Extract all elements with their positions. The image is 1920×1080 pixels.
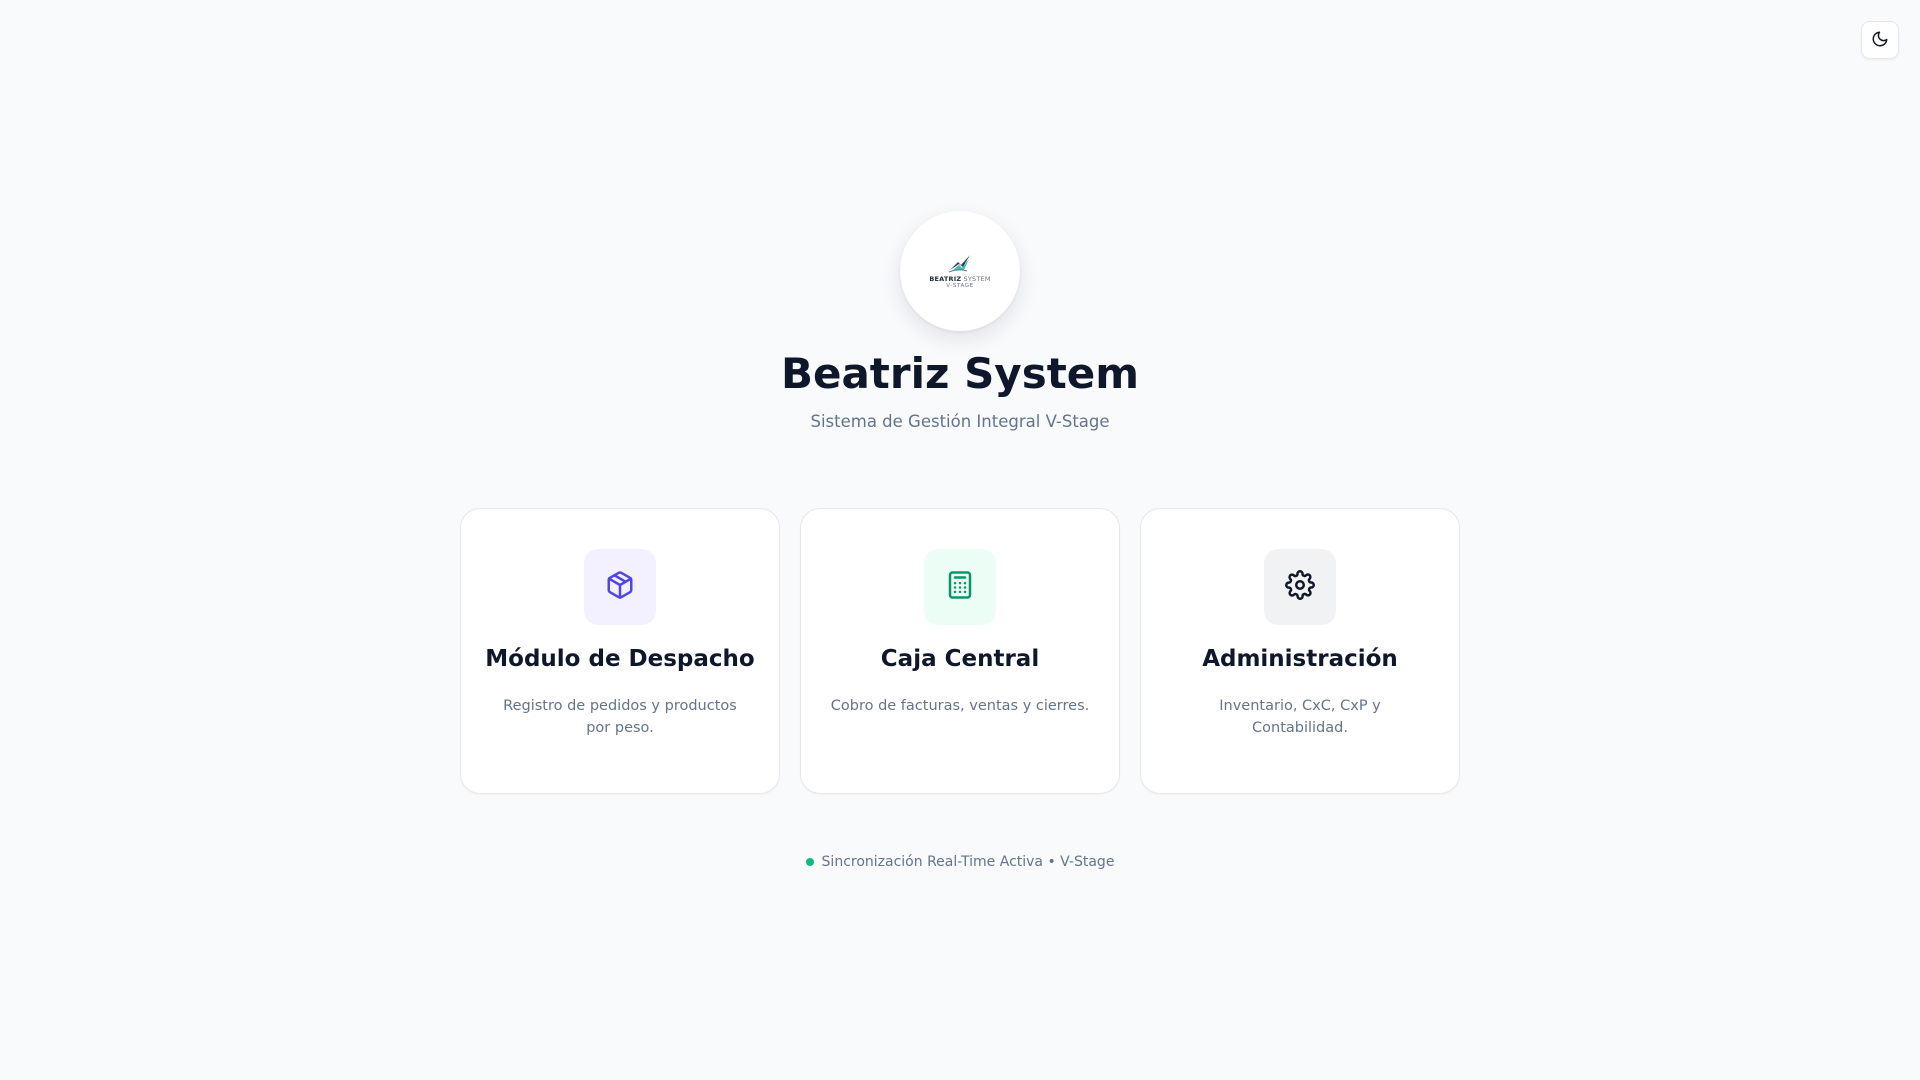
module-description: Registro de pedidos y productos por peso…: [503, 698, 737, 736]
module-title: Módulo de Despacho: [485, 646, 755, 672]
sync-status: Sincronización Real-Time Activa • V-Stag…: [0, 852, 1920, 872]
logo-brand-sub: V-STAGE: [946, 282, 974, 289]
page-subtitle: Sistema de Gestión Integral V-Stage: [810, 412, 1110, 431]
page-title: Beatriz System: [780, 349, 1140, 398]
module-cards: Módulo de Despacho Registro de pedidos y…: [460, 508, 1460, 794]
module-icon-tile: [584, 549, 656, 625]
package-icon: [605, 570, 635, 604]
status-text: Sincronización Real-Time Activa • V-Stag…: [821, 854, 1115, 870]
module-icon-tile: [924, 549, 996, 625]
module-card-despacho[interactable]: Módulo de Despacho Registro de pedidos y…: [460, 508, 780, 794]
moon-icon: [1871, 30, 1889, 51]
calculator-icon: [945, 570, 975, 604]
logo-wordmark: BEATRIZ SYSTEM: [929, 274, 991, 283]
logo-brand-bold: BEATRIZ: [929, 274, 962, 283]
theme-toggle-button[interactable]: [1861, 21, 1899, 59]
bird-logo-icon: [947, 253, 973, 275]
module-card-administracion[interactable]: Administración Inventario, CxC, CxP y Co…: [1140, 508, 1460, 794]
module-card-caja[interactable]: Caja Central Cobro de facturas, ventas y…: [800, 508, 1120, 794]
status-dot-icon: [805, 858, 814, 866]
module-title: Caja Central: [880, 646, 1040, 672]
logo-brand-light: SYSTEM: [963, 274, 991, 283]
gear-icon: [1285, 570, 1315, 604]
brand-logo: BEATRIZ SYSTEM V-STAGE: [900, 211, 1020, 331]
module-description: Inventario, CxC, CxP y Contabilidad.: [1219, 698, 1381, 736]
module-description: Cobro de facturas, ventas y cierres.: [830, 698, 1090, 714]
module-icon-tile: [1264, 549, 1336, 625]
module-title: Administración: [1202, 646, 1398, 672]
